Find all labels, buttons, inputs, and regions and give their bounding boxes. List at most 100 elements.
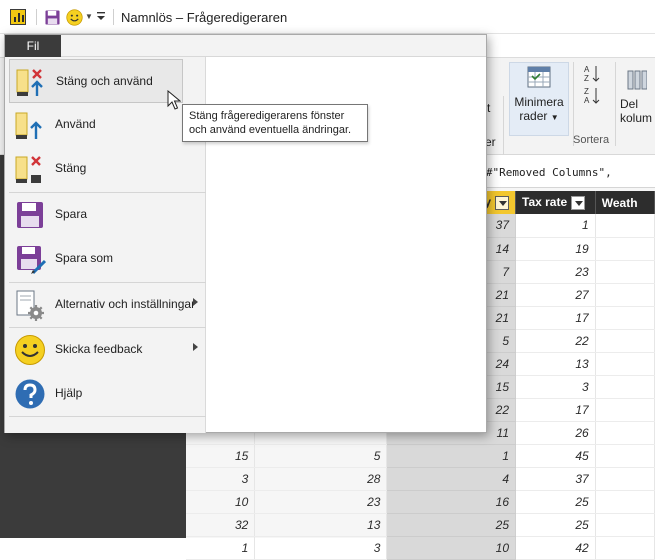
- table-cell[interactable]: 23: [515, 260, 596, 284]
- menu-item-label: Spara: [55, 207, 88, 221]
- menu-item-close[interactable]: Stäng: [9, 147, 206, 191]
- delete-columns-label-line2: kolum: [620, 111, 653, 125]
- table-cell[interactable]: 26: [515, 421, 596, 445]
- table-row: 32 13 25 25: [186, 513, 655, 537]
- table-cell[interactable]: [595, 237, 655, 261]
- table-cell[interactable]: 10: [186, 490, 256, 514]
- power-bi-app-icon[interactable]: [10, 9, 26, 25]
- table-cell[interactable]: 17: [515, 306, 596, 330]
- feedback-dropdown-icon[interactable]: ▼: [85, 12, 93, 21]
- table-cell[interactable]: [595, 398, 655, 422]
- file-tab[interactable]: Fil: [5, 35, 61, 57]
- column-filter-dropdown-icon[interactable]: [571, 195, 586, 210]
- table-cell[interactable]: 15: [186, 444, 256, 468]
- delete-columns-icon: [627, 70, 648, 90]
- help-icon: [15, 379, 45, 409]
- table-cell[interactable]: 10: [386, 536, 517, 560]
- table-cell[interactable]: 17: [515, 398, 596, 422]
- table-cell[interactable]: [595, 329, 655, 353]
- table-cell[interactable]: 25: [386, 513, 517, 537]
- delete-columns-label-line1: Del: [620, 97, 639, 111]
- table-cell[interactable]: 13: [515, 352, 596, 376]
- table-row: 1 3 10 42: [186, 536, 655, 560]
- menu-item-label: Använd: [55, 117, 96, 131]
- table-cell[interactable]: [595, 260, 655, 284]
- menu-item-options-settings[interactable]: Alternativ och inställningar: [9, 283, 206, 327]
- table-cell[interactable]: [595, 421, 655, 445]
- file-menu: Fil Stäng och använd Använd Stäng Spara …: [4, 34, 487, 433]
- table-row: 15 5 1 45: [186, 444, 655, 468]
- table-cell[interactable]: [595, 352, 655, 376]
- menu-item-label: Hjälp: [55, 386, 83, 400]
- reduce-rows-button[interactable]: Minimera rader ▼: [509, 62, 569, 136]
- customize-toolbar-icon[interactable]: [96, 10, 106, 22]
- table-cell[interactable]: [595, 375, 655, 399]
- sort-ascending-icon[interactable]: A Z: [584, 65, 600, 83]
- reduce-rows-label-line1: Minimera: [514, 95, 564, 109]
- table-cell[interactable]: 3: [186, 467, 256, 491]
- table-cell[interactable]: 1: [515, 214, 596, 238]
- table-cell[interactable]: 32: [186, 513, 256, 537]
- close-and-apply-icon: [16, 69, 43, 96]
- column-header-tax-rate[interactable]: Tax rate: [515, 191, 596, 214]
- table-cell[interactable]: [595, 444, 655, 468]
- table-cell[interactable]: 13: [254, 513, 388, 537]
- menu-item-save-as[interactable]: Spara som: [9, 237, 206, 281]
- close-doc-icon: [15, 156, 41, 183]
- save-icon: [17, 202, 43, 228]
- table-cell[interactable]: 1: [186, 536, 256, 560]
- close-and-apply-tooltip: Stäng frågeredigerarens fönster och anvä…: [182, 104, 368, 142]
- delete-columns-button[interactable]: Del kolum: [620, 67, 655, 125]
- table-row: 10 23 16 25: [186, 490, 655, 514]
- table-cell[interactable]: 25: [515, 490, 596, 514]
- table-cell[interactable]: 27: [515, 283, 596, 307]
- table-cell[interactable]: 4: [386, 467, 517, 491]
- table-cell[interactable]: [595, 306, 655, 330]
- save-as-icon: [17, 246, 46, 275]
- column-filter-dropdown-icon[interactable]: [495, 195, 510, 210]
- table-cell[interactable]: 28: [254, 467, 388, 491]
- table-cell[interactable]: 23: [254, 490, 388, 514]
- table-cell[interactable]: [595, 490, 655, 514]
- table-cell[interactable]: 1: [386, 444, 517, 468]
- submenu-arrow-icon: [193, 298, 198, 306]
- table-cell[interactable]: 3: [515, 375, 596, 399]
- table-cell[interactable]: 37: [515, 467, 596, 491]
- table-cell[interactable]: 3: [254, 536, 388, 560]
- feedback-smiley-icon[interactable]: [66, 9, 83, 26]
- menu-item-save[interactable]: Spara: [9, 193, 206, 237]
- menu-item-help[interactable]: Hjälp: [9, 372, 206, 416]
- table-cell[interactable]: [595, 214, 655, 238]
- column-header-weather[interactable]: Weath: [595, 191, 655, 214]
- menu-item-send-feedback[interactable]: Skicka feedback: [9, 328, 206, 372]
- menu-item-label: Alternativ och inställningar: [55, 297, 196, 311]
- table-cell[interactable]: 19: [515, 237, 596, 261]
- formula-text[interactable]: es(#"Removed Columns",: [466, 166, 612, 179]
- reduce-rows-label-line2: rader ▼: [519, 109, 559, 123]
- options-gear-icon: [16, 290, 44, 321]
- menu-item-label: Stäng: [55, 161, 87, 175]
- table-cell[interactable]: [595, 467, 655, 491]
- menu-item-close-and-apply[interactable]: Stäng och använd: [9, 59, 183, 103]
- file-tab-strip: Fil: [5, 35, 486, 57]
- sort-descending-icon[interactable]: Z A: [584, 87, 600, 105]
- table-cell[interactable]: 45: [515, 444, 596, 468]
- sort-buttons: A Z Z A: [583, 64, 601, 111]
- menu-item-label: Stäng och använd: [56, 74, 153, 88]
- smiley-icon: [15, 335, 45, 365]
- table-cell[interactable]: 42: [515, 536, 596, 560]
- table-cell[interactable]: [595, 513, 655, 537]
- submenu-arrow-icon: [193, 343, 198, 351]
- table-cell[interactable]: 5: [254, 444, 388, 468]
- table-cell[interactable]: 25: [515, 513, 596, 537]
- tooltip-line1: Stäng frågeredigerarens fönster: [189, 110, 345, 122]
- ribbon-separator: [615, 62, 616, 146]
- tooltip-line2: och använd eventuella ändringar.: [189, 124, 352, 136]
- table-cell[interactable]: 16: [386, 490, 517, 514]
- menu-item-label: Spara som: [55, 251, 114, 265]
- file-menu-list: Stäng och använd Använd Stäng Spara Spar…: [5, 57, 206, 433]
- table-cell[interactable]: 22: [515, 329, 596, 353]
- table-cell[interactable]: [595, 283, 655, 307]
- table-cell[interactable]: [595, 536, 655, 560]
- save-icon[interactable]: [45, 10, 60, 25]
